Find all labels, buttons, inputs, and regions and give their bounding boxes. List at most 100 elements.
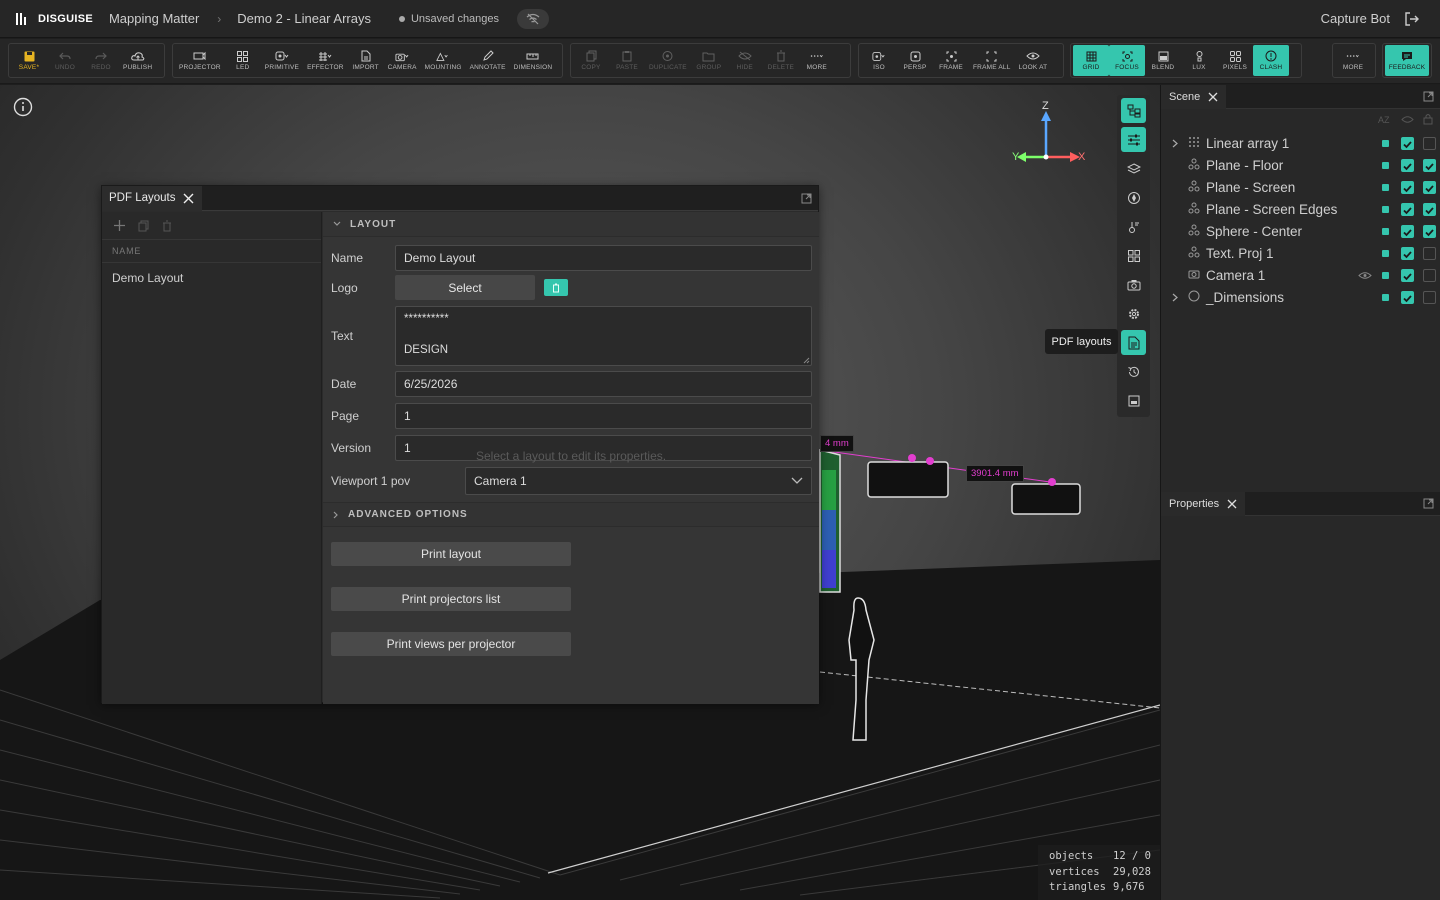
visibility-checkbox[interactable] — [1401, 202, 1414, 216]
brand-logo[interactable]: DISGUISE — [16, 12, 93, 25]
pop-out-icon[interactable] — [1423, 498, 1434, 509]
list-item[interactable]: Plane - Screen — [1161, 176, 1440, 198]
visibility-checkbox[interactable] — [1401, 136, 1414, 150]
pixel-map-panel-button[interactable] — [1121, 243, 1146, 268]
logo-delete-button[interactable] — [544, 279, 568, 296]
pdf-layouts-panel-button[interactable] — [1121, 330, 1146, 355]
camera-panel-button[interactable] — [1121, 272, 1146, 297]
look-at-button[interactable]: LOOK AT — [1015, 45, 1052, 76]
info-icon[interactable] — [13, 97, 33, 117]
duplicate-button[interactable]: DUPLICATE — [645, 45, 691, 76]
dimension-label-long[interactable]: 3901.4 mm — [966, 465, 1024, 482]
lock-checkbox[interactable] — [1423, 268, 1436, 282]
annotate-button[interactable]: ANNOTATE — [466, 45, 510, 76]
iso-button[interactable]: ISO — [861, 45, 897, 76]
list-item[interactable]: Camera 1 — [1161, 264, 1440, 286]
page-field[interactable]: 1 — [395, 403, 812, 429]
scene-tree-panel-button[interactable] — [1121, 98, 1146, 123]
led-button[interactable]: LED — [225, 45, 261, 76]
lock-column-icon[interactable] — [1423, 113, 1433, 125]
camera-button[interactable]: CAMERA — [384, 45, 421, 76]
list-item[interactable]: Sphere - Center — [1161, 220, 1440, 242]
visibility-column-icon[interactable] — [1401, 115, 1414, 124]
print-layout-button[interactable]: Print layout — [331, 542, 571, 566]
lock-checkbox[interactable] — [1423, 202, 1436, 216]
frame-button[interactable]: FRAME — [933, 45, 969, 76]
persp-button[interactable]: PERSP — [897, 45, 933, 76]
advanced-section-header[interactable]: ADVANCED OPTIONS — [323, 502, 819, 527]
sort-az-button[interactable]: AZ — [1378, 115, 1390, 125]
breadcrumb-project[interactable]: Mapping Matter — [109, 11, 199, 26]
publish-button[interactable]: PUBLISH — [119, 45, 156, 76]
lock-checkbox[interactable] — [1423, 136, 1436, 150]
pop-out-icon[interactable] — [1423, 91, 1434, 102]
save-button[interactable]: SAVE* — [11, 45, 47, 76]
properties-panel-button[interactable] — [1121, 127, 1146, 152]
paste-button[interactable]: PASTE — [609, 45, 645, 76]
pop-out-icon[interactable] — [801, 193, 812, 204]
clash-toggle[interactable]: CLASH — [1253, 45, 1289, 76]
undo-button[interactable]: UNDO — [47, 45, 83, 76]
tab-pdf-layouts[interactable]: PDF Layouts — [102, 185, 203, 211]
close-icon[interactable] — [183, 193, 194, 204]
tab-properties[interactable]: Properties — [1161, 491, 1246, 516]
close-icon[interactable] — [1208, 92, 1218, 102]
redo-button[interactable]: REDO — [83, 45, 119, 76]
lock-checkbox[interactable] — [1423, 180, 1436, 194]
chevron-right-icon[interactable] — [1172, 139, 1178, 148]
history-panel-button[interactable] — [1121, 359, 1146, 384]
visibility-checkbox[interactable] — [1401, 224, 1414, 238]
tab-scene[interactable]: Scene — [1161, 84, 1227, 109]
effector-button[interactable]: EFFECTOR — [303, 45, 348, 76]
mounting-button[interactable]: MOUNTING — [421, 45, 466, 76]
primitive-button[interactable]: PRIMITIVE — [261, 45, 303, 76]
text-area[interactable]: ********** DESIGN — [395, 306, 812, 366]
blend-toggle[interactable]: BLEND — [1145, 45, 1181, 76]
import-button[interactable]: IMPORT — [348, 45, 384, 76]
list-item[interactable]: Plane - Screen Edges — [1161, 198, 1440, 220]
delete-button[interactable]: DELETE — [763, 45, 799, 76]
dimension-label-short[interactable]: 4 mm — [820, 435, 854, 452]
visibility-checkbox[interactable] — [1401, 158, 1414, 172]
connection-toggle[interactable] — [517, 8, 550, 29]
print-projectors-list-button[interactable]: Print projectors list — [331, 587, 571, 611]
visibility-checkbox[interactable] — [1401, 268, 1414, 282]
frame-all-button[interactable]: FRAME ALL — [969, 45, 1015, 76]
add-layout-icon[interactable] — [114, 220, 125, 231]
settings-panel-button[interactable] — [1121, 301, 1146, 326]
projection-panel-button[interactable] — [1121, 185, 1146, 210]
list-item[interactable]: Text. Proj 1 — [1161, 242, 1440, 264]
feedback-button[interactable]: FEEDBACK — [1385, 45, 1429, 76]
lock-checkbox[interactable] — [1423, 290, 1436, 304]
visibility-checkbox[interactable] — [1401, 290, 1414, 304]
eye-icon[interactable] — [1358, 271, 1372, 280]
list-item[interactable]: _Dimensions — [1161, 286, 1440, 308]
lock-checkbox[interactable] — [1423, 224, 1436, 238]
visibility-checkbox[interactable] — [1401, 246, 1414, 260]
pixels-toggle[interactable]: PIXELS — [1217, 45, 1253, 76]
lighting-panel-button[interactable] — [1121, 214, 1146, 239]
hide-button[interactable]: HIDE — [727, 45, 763, 76]
layout-section-header[interactable]: LAYOUT — [323, 212, 819, 237]
date-field[interactable]: 6/25/2026 — [395, 371, 812, 397]
delete-layout-icon[interactable] — [162, 220, 172, 232]
grid-toggle[interactable]: GRID — [1073, 45, 1109, 76]
focus-toggle[interactable]: FOCUS — [1109, 45, 1145, 76]
group-button[interactable]: GROUP — [691, 45, 727, 76]
breadcrumb-scene[interactable]: Demo 2 - Linear Arrays — [237, 11, 371, 26]
edit-more-button[interactable]: MORE — [799, 45, 835, 76]
print-views-per-projector-button[interactable]: Print views per projector — [331, 632, 571, 656]
chevron-right-icon[interactable] — [1172, 293, 1178, 302]
lock-checkbox[interactable] — [1423, 158, 1436, 172]
list-item[interactable]: Plane - Floor — [1161, 154, 1440, 176]
user-name[interactable]: Capture Bot — [1321, 11, 1390, 26]
close-icon[interactable] — [1227, 499, 1237, 509]
more-button[interactable]: MORE — [1335, 45, 1371, 76]
copy-button[interactable]: COPY — [573, 45, 609, 76]
resize-handle-icon[interactable] — [803, 357, 810, 364]
name-field[interactable]: Demo Layout — [395, 245, 812, 271]
list-item[interactable]: Demo Layout — [102, 271, 321, 285]
projector-button[interactable]: PROJECTOR — [175, 45, 225, 76]
layers-panel-button[interactable] — [1121, 156, 1146, 181]
logout-icon[interactable] — [1404, 11, 1420, 27]
